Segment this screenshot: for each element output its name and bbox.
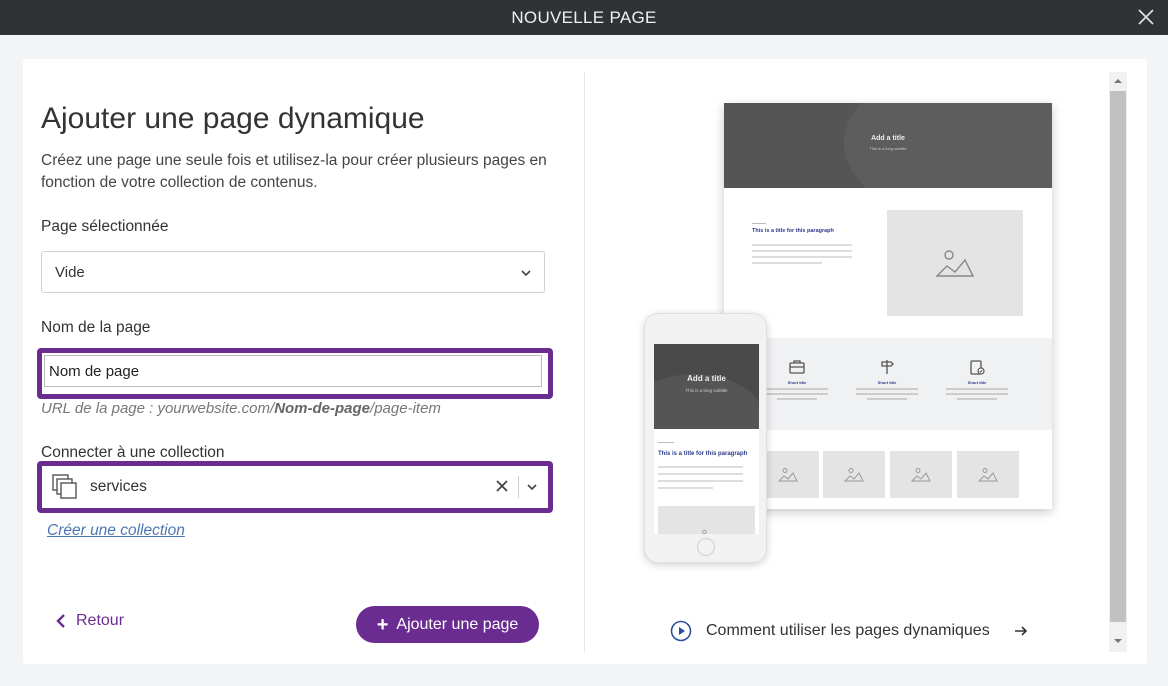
- collection-value: services: [90, 478, 147, 495]
- add-page-label: Ajouter une page: [396, 615, 519, 633]
- page-url-hint: URL de la page : yourwebsite.com/Nom-de-…: [41, 400, 441, 417]
- scrollbar-thumb[interactable]: [1110, 91, 1126, 622]
- page-name-input[interactable]: [44, 355, 542, 387]
- desktop-hero-title: Add a title: [871, 135, 905, 142]
- clipboard-check-icon: [970, 360, 985, 375]
- mobile-screen: Add a title This is a long subtitle This…: [654, 344, 759, 534]
- mobile-hero: Add a title This is a long subtitle: [654, 344, 759, 429]
- create-collection-link[interactable]: Créer une collection: [47, 522, 185, 540]
- page-description: Créez une page une seule fois et utilise…: [41, 152, 547, 191]
- briefcase-icon: [789, 360, 805, 374]
- chevron-down-icon[interactable]: [526, 481, 538, 493]
- desktop-hero: Add a title This is a long subtitle: [724, 103, 1052, 188]
- back-button[interactable]: Retour: [56, 612, 124, 630]
- feature-item: Short title: [847, 358, 927, 400]
- desktop-preview: Add a title This is a long subtitle This…: [724, 103, 1052, 509]
- scroll-down-arrow-icon[interactable]: [1109, 632, 1127, 650]
- chevron-down-icon: [521, 270, 531, 277]
- mobile-hero-subtitle: This is a long subtitle: [685, 388, 728, 393]
- panel-divider: [584, 72, 585, 652]
- image-icon: [702, 529, 707, 534]
- feature-item: Short title: [937, 358, 1017, 400]
- thumbnail-placeholder: [890, 451, 952, 498]
- collection-label: Connecter à une collection: [41, 444, 225, 461]
- page-url-slug: Nom-de-page: [274, 400, 371, 417]
- image-icon: [935, 250, 975, 277]
- select-separator: [518, 476, 519, 498]
- chevron-left-icon: [56, 614, 65, 628]
- back-label: Retour: [76, 612, 125, 629]
- collection-select[interactable]: services: [44, 468, 542, 506]
- desktop-image-placeholder: [887, 210, 1023, 316]
- window-title: NOUVELLE PAGE: [511, 7, 657, 27]
- title-bar: NOUVELLE PAGE: [0, 0, 1168, 35]
- home-button-icon: [697, 538, 715, 556]
- page-title: Ajouter une page dynamique: [41, 102, 425, 135]
- play-circle-icon: [670, 620, 692, 642]
- thumbnail-placeholder: [823, 451, 885, 498]
- image-icon: [978, 468, 998, 482]
- collection-stack-icon: [52, 474, 77, 499]
- selected-page-label: Page sélectionnée: [41, 218, 169, 235]
- selected-page-value: Vide: [55, 263, 85, 281]
- mobile-preview: Add a title This is a long subtitle This…: [644, 313, 767, 563]
- desktop-hero-subtitle: This is a long subtitle: [869, 146, 907, 151]
- image-icon: [844, 468, 864, 482]
- clear-icon[interactable]: [494, 478, 510, 494]
- image-icon: [778, 468, 798, 482]
- plus-icon: +: [376, 613, 389, 636]
- add-page-button[interactable]: + Ajouter une page: [356, 606, 539, 643]
- mobile-hero-title: Add a title: [687, 374, 726, 383]
- mobile-paragraph-title: This is a title for this paragraph: [658, 451, 748, 457]
- thumbnail-placeholder: [957, 451, 1019, 498]
- desktop-paragraph-title: This is a title for this paragraph: [752, 228, 834, 234]
- how-to-use-label: Comment utiliser les pages dynamiques: [706, 622, 990, 639]
- image-icon: [911, 468, 931, 482]
- feature-item: Short title: [757, 358, 837, 400]
- how-to-use-link[interactable]: Comment utiliser les pages dynamiques: [670, 620, 1028, 642]
- arrow-right-icon: [1014, 626, 1027, 636]
- close-icon[interactable]: [1134, 5, 1158, 29]
- selected-page-select[interactable]: Vide: [41, 251, 545, 293]
- mobile-image-placeholder: [658, 506, 755, 534]
- scroll-up-arrow-icon[interactable]: [1109, 72, 1127, 90]
- page-name-label: Nom de la page: [41, 319, 151, 336]
- signpost-icon: [881, 360, 894, 374]
